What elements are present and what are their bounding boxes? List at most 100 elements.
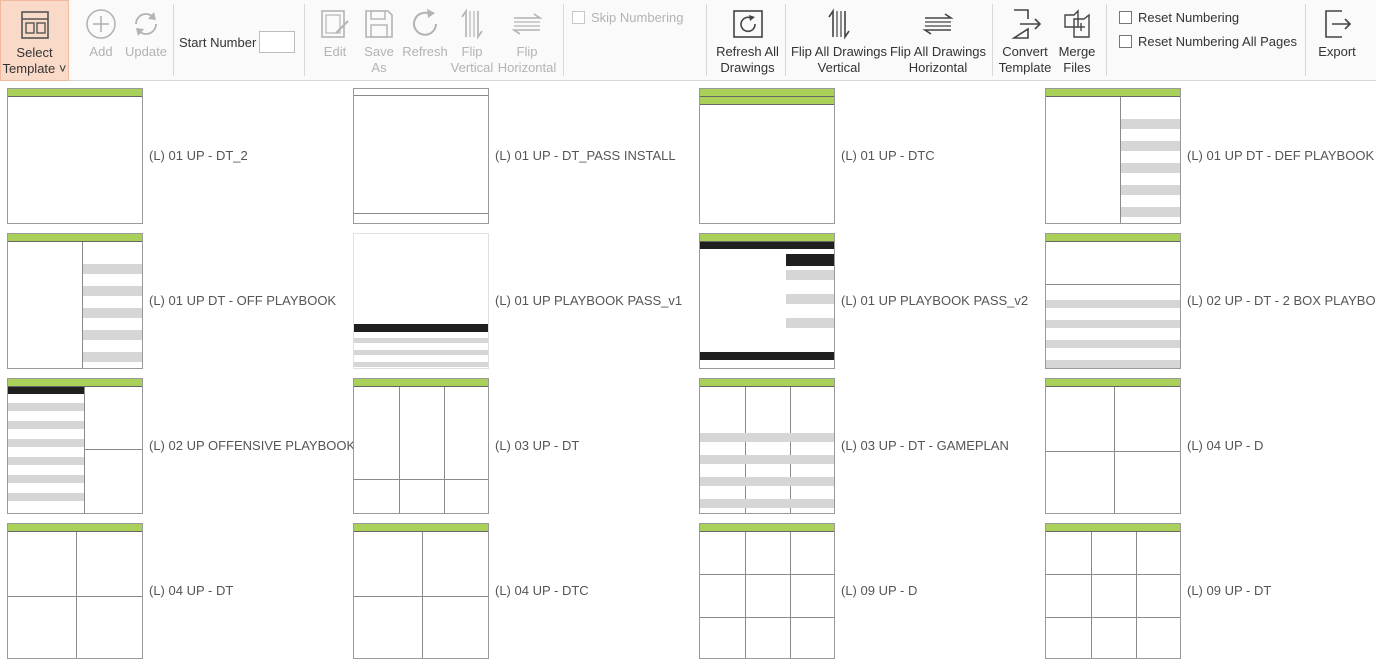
template-label: (L) 01 UP - DTC bbox=[841, 148, 935, 163]
flip-all-horizontal-icon bbox=[921, 4, 955, 44]
separator bbox=[706, 4, 707, 76]
checkbox-box bbox=[572, 11, 585, 24]
convert-template-label-2: Template bbox=[998, 60, 1052, 75]
template-card[interactable]: (L) 02 UP - DT - 2 BOX PLAYBOOK bbox=[1038, 227, 1376, 369]
convert-template-button[interactable]: Convert Template bbox=[997, 0, 1053, 81]
template-card[interactable]: (L) 01 UP PLAYBOOK PASS_v2 bbox=[692, 227, 1038, 369]
merge-files-icon bbox=[1060, 4, 1094, 44]
edit-button[interactable]: Edit bbox=[315, 0, 355, 81]
refresh-all-label: Refresh All bbox=[716, 44, 779, 59]
template-label: (L) 02 UP - DT - 2 BOX PLAYBOOK bbox=[1187, 293, 1376, 308]
toolbar-ribbon: Select Template ˅ Add Update Start Numbe… bbox=[0, 0, 1376, 81]
reset-numbering-label: Reset Numbering bbox=[1138, 10, 1240, 25]
add-button[interactable]: Add bbox=[80, 0, 122, 81]
template-label: (L) 03 UP - DT - GAMEPLAN bbox=[841, 438, 1009, 453]
flip-all-horizontal-button[interactable]: Flip All Drawings Horizontal bbox=[889, 0, 987, 81]
flip-vertical-button[interactable]: Flip Vertical bbox=[450, 0, 494, 81]
separator bbox=[1106, 4, 1107, 76]
merge-files-button[interactable]: Merge Files bbox=[1055, 0, 1099, 81]
start-number-input[interactable] bbox=[259, 31, 295, 53]
reset-numbering-all-checkbox[interactable]: Reset Numbering All Pages bbox=[1119, 34, 1297, 49]
template-label: (L) 04 UP - DTC bbox=[495, 583, 589, 598]
template-thumbnail bbox=[1045, 378, 1181, 514]
separator bbox=[173, 4, 174, 76]
save-as-label: Save bbox=[364, 44, 394, 59]
refresh-label: Refresh bbox=[402, 44, 448, 59]
flip-all-horizontal-label: Flip All Drawings bbox=[889, 44, 987, 59]
template-card[interactable]: (L) 04 UP - D bbox=[1038, 372, 1376, 514]
flip-all-vertical-button[interactable]: Flip All Drawings Vertical bbox=[790, 0, 888, 81]
template-thumbnail bbox=[7, 523, 143, 659]
template-thumbnail bbox=[1045, 88, 1181, 224]
template-label: (L) 04 UP - DT bbox=[149, 583, 234, 598]
template-card[interactable]: (L) 09 UP - DT bbox=[1038, 517, 1376, 659]
checkbox-box bbox=[1119, 11, 1132, 24]
reset-numbering-checkbox[interactable]: Reset Numbering bbox=[1119, 10, 1239, 25]
separator bbox=[563, 4, 564, 76]
merge-files-label-2: Files bbox=[1063, 60, 1091, 75]
export-icon bbox=[1320, 4, 1354, 44]
template-card[interactable]: (L) 03 UP - DT bbox=[346, 372, 692, 514]
template-card[interactable]: (L) 01 UP - DT_2 bbox=[0, 82, 346, 224]
template-card[interactable]: (L) 01 UP PLAYBOOK PASS_v1 bbox=[346, 227, 692, 369]
template-thumbnail bbox=[699, 233, 835, 369]
template-label: (L) 09 UP - D bbox=[841, 583, 918, 598]
edit-label: Edit bbox=[323, 44, 347, 59]
template-thumbnail bbox=[1045, 523, 1181, 659]
add-icon bbox=[84, 4, 118, 44]
template-card[interactable]: (L) 04 UP - DTC bbox=[346, 517, 692, 659]
template-card[interactable]: (L) 01 UP DT - OFF PLAYBOOK bbox=[0, 227, 346, 369]
export-button[interactable]: Export bbox=[1314, 0, 1360, 81]
template-thumbnail bbox=[699, 523, 835, 659]
template-card[interactable]: (L) 01 UP - DT_PASS INSTALL bbox=[346, 82, 692, 224]
flip-horizontal-label: Flip bbox=[516, 44, 538, 59]
separator bbox=[1305, 4, 1306, 76]
flip-vertical-icon bbox=[455, 4, 489, 44]
flip-all-horizontal-label-2: Horizontal bbox=[908, 60, 968, 75]
template-card[interactable]: (L) 09 UP - D bbox=[692, 517, 1038, 659]
template-label: (L) 01 UP PLAYBOOK PASS_v2 bbox=[841, 293, 1029, 308]
flip-all-vertical-label: Flip All Drawings bbox=[790, 44, 888, 59]
select-template-label: Select bbox=[16, 45, 53, 60]
template-thumbnail bbox=[353, 523, 489, 659]
template-thumbnail bbox=[7, 233, 143, 369]
separator bbox=[304, 4, 305, 76]
select-template-button[interactable]: Select Template ˅ bbox=[0, 0, 69, 81]
template-thumbnail bbox=[353, 378, 489, 514]
update-label: Update bbox=[125, 44, 167, 59]
add-label: Add bbox=[89, 44, 113, 59]
merge-files-label: Merge bbox=[1058, 44, 1096, 59]
template-label: (L) 01 UP DT - OFF PLAYBOOK bbox=[149, 293, 337, 308]
template-icon bbox=[19, 5, 51, 45]
edit-icon bbox=[318, 4, 352, 44]
flip-all-vertical-icon bbox=[822, 4, 856, 44]
refresh-button[interactable]: Refresh bbox=[402, 0, 448, 81]
save-as-button[interactable]: Save As bbox=[358, 0, 400, 81]
template-thumbnail bbox=[353, 88, 489, 224]
template-card[interactable]: (L) 01 UP DT - DEF PLAYBOOK bbox=[1038, 82, 1376, 224]
save-icon bbox=[362, 4, 396, 44]
template-label: (L) 02 UP OFFENSIVE PLAYBOOK bbox=[149, 438, 356, 453]
flip-all-vertical-label-2: Vertical bbox=[817, 60, 861, 75]
template-card[interactable]: (L) 04 UP - DT bbox=[0, 517, 346, 659]
template-thumbnail bbox=[7, 88, 143, 224]
skip-numbering-label: Skip Numbering bbox=[591, 10, 684, 25]
template-label: (L) 04 UP - D bbox=[1187, 438, 1264, 453]
template-thumbnail bbox=[7, 378, 143, 514]
flip-horizontal-label-2: Horizontal bbox=[497, 60, 557, 75]
update-icon bbox=[129, 4, 163, 44]
separator bbox=[785, 4, 786, 76]
template-card[interactable]: (L) 02 UP OFFENSIVE PLAYBOOK bbox=[0, 372, 355, 514]
template-card[interactable]: (L) 01 UP - DTC bbox=[692, 82, 1038, 224]
update-button[interactable]: Update bbox=[123, 0, 169, 81]
flip-horizontal-button[interactable]: Flip Horizontal bbox=[496, 0, 558, 81]
refresh-all-label-2: Drawings bbox=[720, 60, 775, 75]
save-as-label-2: As bbox=[371, 60, 387, 75]
skip-numbering-checkbox[interactable]: Skip Numbering bbox=[572, 10, 684, 25]
refresh-all-drawings-button[interactable]: Refresh All Drawings bbox=[713, 0, 782, 81]
separator bbox=[992, 4, 993, 76]
flip-vertical-label-2: Vertical bbox=[450, 60, 494, 75]
template-card[interactable]: (L) 03 UP - DT - GAMEPLAN bbox=[692, 372, 1038, 514]
export-label: Export bbox=[1318, 44, 1356, 59]
template-thumbnail bbox=[699, 378, 835, 514]
